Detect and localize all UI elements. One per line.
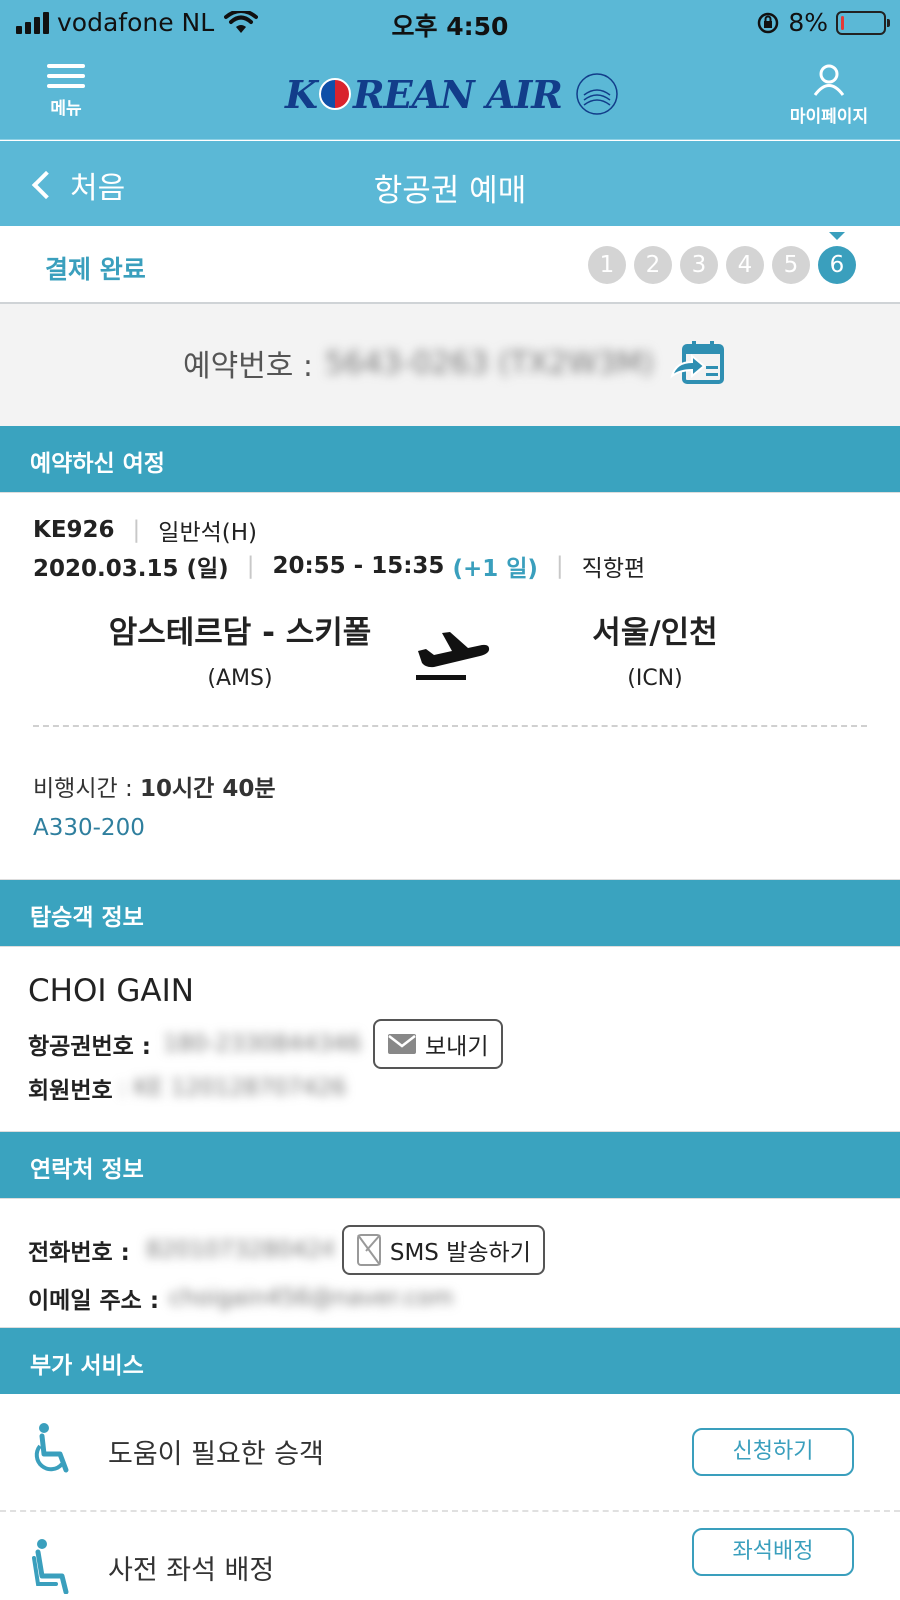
flight-duration: 비행시간 : 10시간 40분 (33, 769, 276, 803)
apply-assistance-button[interactable]: 신청하기 (692, 1428, 854, 1476)
phone-value: 8201073280424 (145, 1237, 332, 1263)
mypage-button[interactable]: 마이페이지 (784, 64, 874, 127)
page-title: 항공권 예매 (373, 173, 527, 209)
battery-info: 8% (756, 8, 890, 37)
sms-label: SMS 발송하기 (389, 1240, 531, 1266)
send-label: 보내기 (425, 1034, 489, 1060)
app-header: 메뉴 K REAN AIR 마이페이지 (0, 46, 900, 140)
skyteam-icon (576, 73, 618, 115)
duration-label: 비행시간 : (33, 776, 133, 802)
flight-date: 2020.03.15 (일) (33, 556, 229, 582)
service-row-seat: 사전 좌석 배정 좌석배정 (0, 1512, 900, 1600)
day-offset: (+1 일) (452, 556, 538, 582)
email-row: 이메일 주소 : choigain456@naver.com (28, 1281, 453, 1315)
sms-send-button[interactable]: SMS 발송하기 (341, 1225, 545, 1275)
member-number: : KE 120128707426 (118, 1075, 347, 1101)
dashed-divider (33, 725, 867, 727)
reservation-label: 예약번호 : (183, 349, 314, 384)
logo-text-rest: REAN AIR (353, 71, 563, 117)
origin: 암스테르담 - 스키폴 (AMS) (90, 607, 390, 691)
email-label: 이메일 주소 : (28, 1288, 160, 1314)
phone-row: 전화번호 : 8201073280424 SMS 발송하기 (28, 1225, 545, 1275)
duration-value: 10시간 40분 (140, 776, 276, 802)
section-extra-header: 부가 서비스 (0, 1328, 900, 1394)
service-label: 사전 좌석 배정 (108, 1555, 275, 1586)
service-label: 도움이 필요한 승객 (108, 1439, 324, 1470)
calendar-export-icon[interactable] (670, 340, 726, 386)
section-itinerary-header: 예약하신 여정 (0, 426, 900, 492)
destination-code: (ICN) (627, 666, 683, 691)
separator: | (132, 517, 141, 543)
contact-card: 전화번호 : 8201073280424 SMS 발송하기 이메일 주소 : c… (0, 1198, 900, 1328)
ticket-row: 항공권번호 : 180-2330844346 보내기 (28, 1019, 503, 1069)
section-contact-header: 연락처 정보 (0, 1132, 900, 1198)
airplane-takeoff-icon (416, 632, 490, 680)
step-indicator: 1 2 3 4 5 6 (588, 232, 856, 284)
mypage-label: 마이페이지 (789, 107, 869, 127)
send-ticket-button[interactable]: 보내기 (373, 1019, 503, 1069)
cabin-class: 일반석(H) (158, 520, 258, 546)
menu-label: 메뉴 (50, 99, 82, 119)
reservation-band: 예약번호 : 5643-0263 (TX2W3M) (0, 304, 900, 426)
mail-icon (388, 1034, 417, 1054)
sms-icon (356, 1234, 381, 1266)
ticket-number: 180-2330844346 (163, 1031, 362, 1057)
member-row: 회원번호 : KE 120128707426 (28, 1071, 346, 1105)
taeguk-icon (319, 78, 352, 110)
seat-assignment-button[interactable]: 좌석배정 (692, 1528, 854, 1576)
section-passenger-header: 탑승객 정보 (0, 880, 900, 946)
hamburger-icon (47, 64, 85, 88)
step-6-current: 6 (818, 232, 856, 284)
step-label: 결제 완료 (45, 255, 146, 284)
origin-code: (AMS) (207, 666, 273, 691)
flight-card: KE926 | 일반석(H) 2020.03.15 (일) | 20:55 - … (0, 492, 900, 880)
menu-button[interactable]: 메뉴 (38, 64, 94, 119)
route: 암스테르담 - 스키폴 (AMS) 서울/인천 (ICN) (0, 607, 900, 707)
destination: 서울/인천 (ICN) (540, 607, 770, 691)
logo-text-k: K (285, 71, 318, 117)
flight-number: KE926 (33, 517, 115, 543)
origin-city: 암스테르담 - 스키폴 (108, 615, 372, 651)
passenger-name: CHOI GAIN (28, 973, 194, 1009)
rotation-lock-icon (758, 12, 779, 33)
step-2: 2 (634, 246, 672, 284)
step-bar: 결제 완료 1 2 3 4 5 6 (0, 226, 900, 304)
step-5: 5 (772, 246, 810, 284)
separator: | (246, 553, 255, 579)
member-label: 회원번호 (28, 1078, 113, 1104)
battery-icon (836, 10, 890, 35)
separator: | (555, 553, 564, 579)
flight-time: 20:55 - 15:35 (272, 553, 445, 579)
service-row-assistance: 도움이 필요한 승객 신청하기 (0, 1394, 900, 1504)
reservation-number: 5643-0263 (TX2W3M) (325, 345, 655, 381)
flight-type: 직항편 (581, 556, 646, 582)
aircraft-link[interactable]: A330-200 (33, 815, 145, 841)
user-icon (813, 64, 845, 96)
step-1: 1 (588, 246, 626, 284)
passenger-card: CHOI GAIN 항공권번호 : 180-2330844346 보내기 회원번… (0, 946, 900, 1132)
wheelchair-icon (34, 1423, 69, 1473)
phone-label: 전화번호 : (28, 1240, 130, 1266)
ticket-label: 항공권번호 : (28, 1034, 152, 1060)
step-4: 4 (726, 246, 764, 284)
status-bar: vodafone NL 오후 4:50 8% (0, 0, 900, 46)
seat-icon (32, 1539, 69, 1594)
title-bar: 처음 항공권 예매 (0, 141, 900, 226)
destination-city: 서울/인천 (592, 615, 718, 651)
battery-level (841, 15, 844, 30)
email-value: choigain456@naver.com (169, 1285, 454, 1311)
battery-percent: 8% (788, 8, 828, 37)
korean-air-logo[interactable]: K REAN AIR (285, 64, 622, 124)
step-3: 3 (680, 246, 718, 284)
